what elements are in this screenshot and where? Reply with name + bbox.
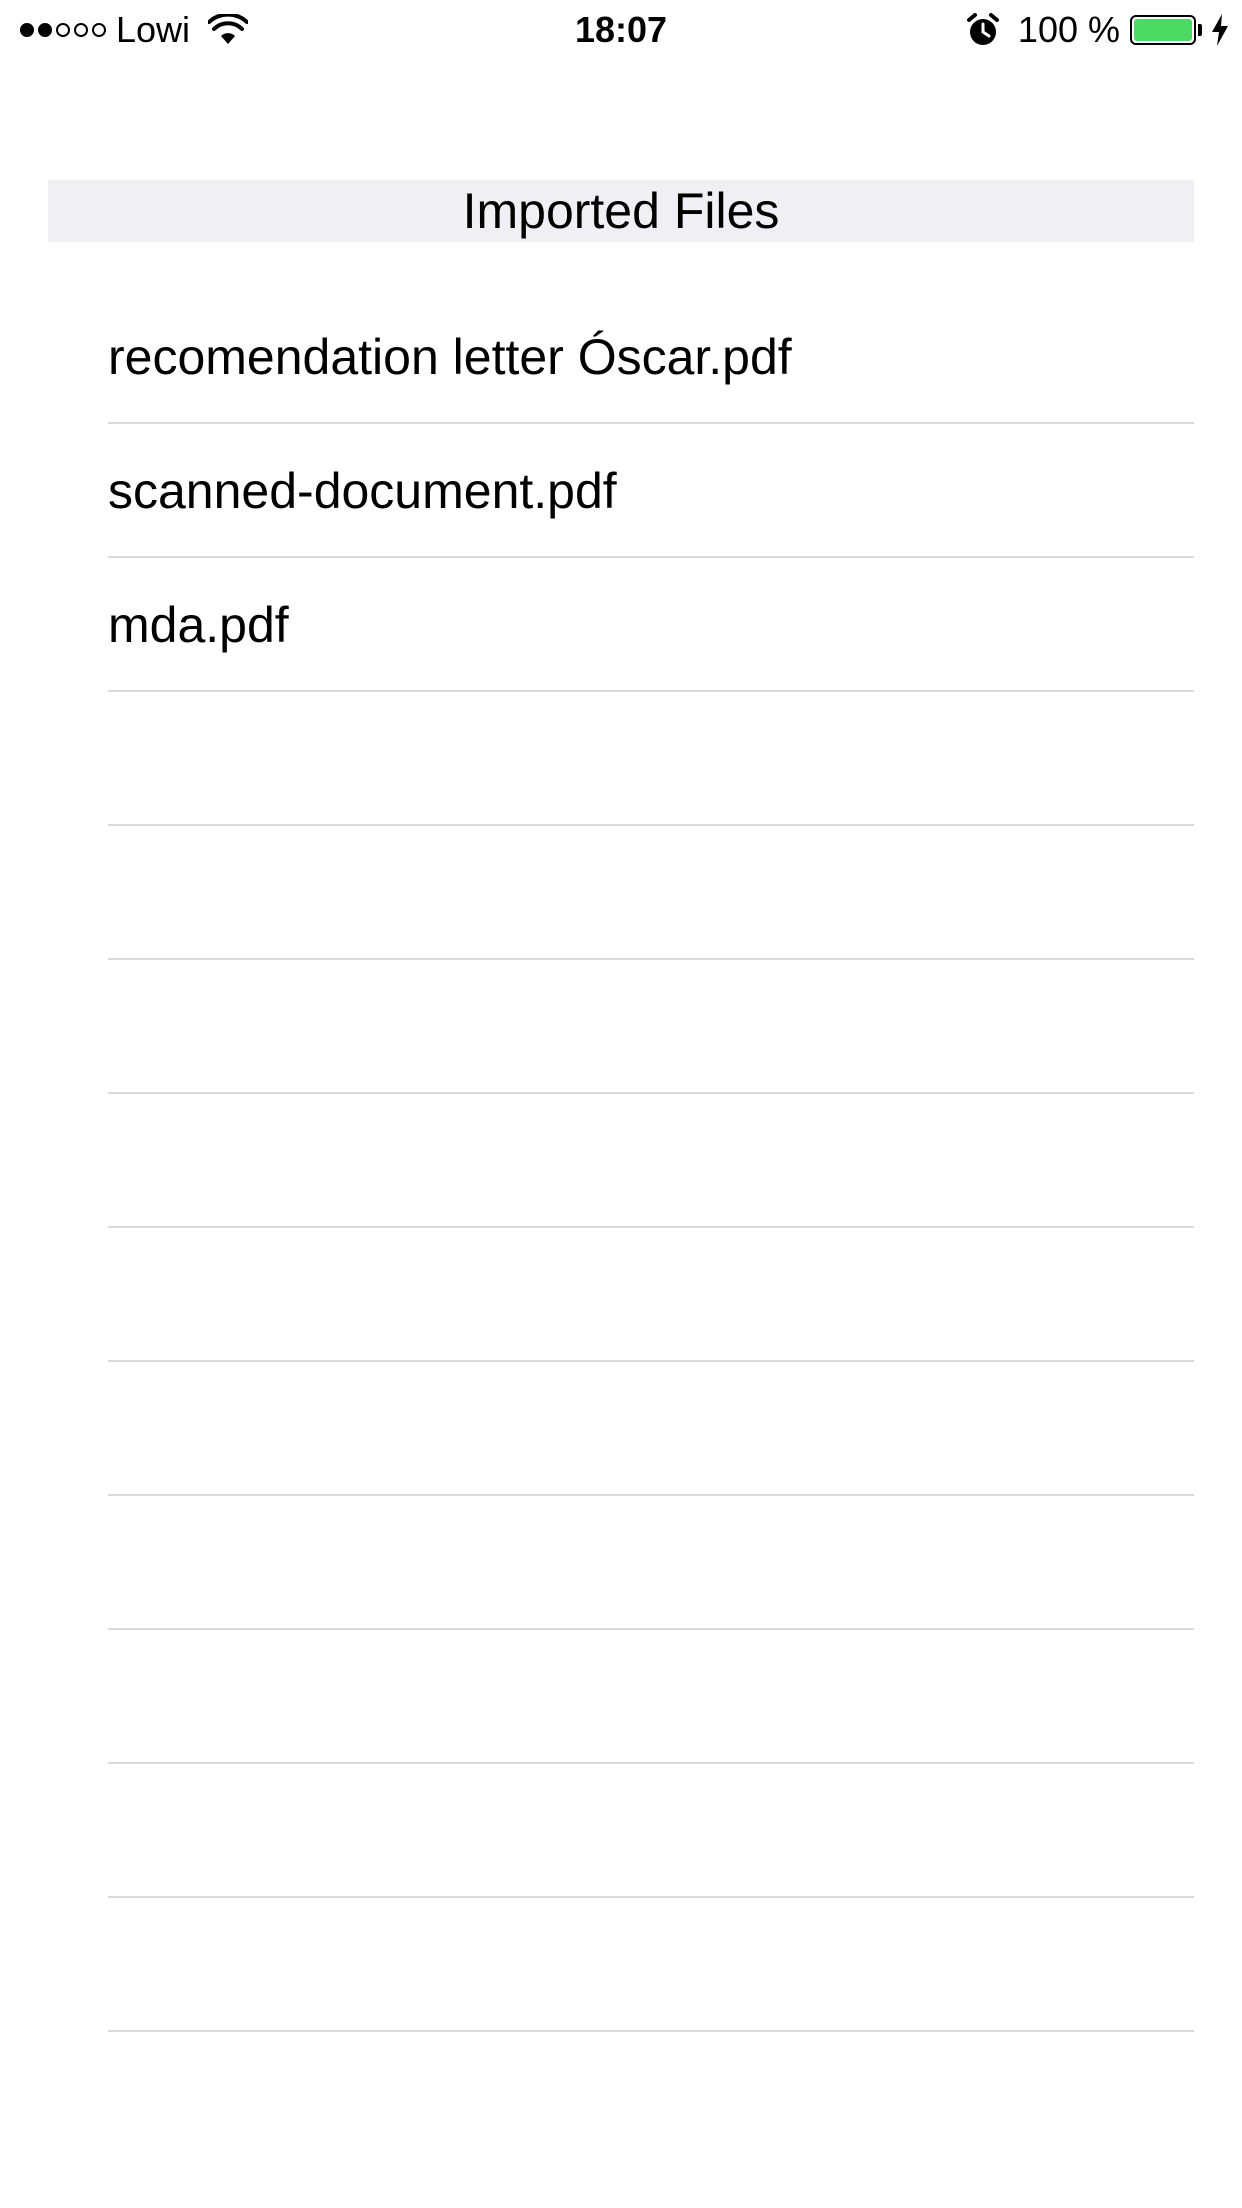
- battery-cap: [1198, 24, 1202, 36]
- battery-percent: 100 %: [1017, 9, 1120, 50]
- status-bar: Lowi 18:07 100 %: [0, 0, 1242, 60]
- status-right: 100 %: [966, 12, 1230, 48]
- empty-row: [108, 1630, 1194, 1764]
- section-header: Imported Files: [48, 180, 1194, 242]
- file-row[interactable]: scanned-document.pdf: [108, 424, 1194, 558]
- empty-row: [108, 1228, 1194, 1362]
- empty-row: [108, 1898, 1194, 2032]
- empty-row: [108, 960, 1194, 1094]
- battery-icon: [1130, 15, 1196, 45]
- empty-row: [108, 1496, 1194, 1630]
- battery-level-fill: [1134, 19, 1192, 41]
- empty-row: [108, 1764, 1194, 1898]
- file-name: mda.pdf: [108, 597, 289, 653]
- file-name: scanned-document.pdf: [108, 463, 617, 519]
- empty-row: [108, 1362, 1194, 1496]
- file-list: recomendation letter Óscar.pdf scanned-do…: [108, 290, 1194, 2032]
- file-row[interactable]: mda.pdf: [108, 558, 1194, 692]
- charging-bolt-icon: [1212, 14, 1228, 46]
- file-row[interactable]: recomendation letter Óscar.pdf: [108, 290, 1194, 424]
- empty-row: [108, 1094, 1194, 1228]
- empty-row: [108, 826, 1194, 960]
- file-name: recomendation letter Óscar.pdf: [108, 329, 792, 385]
- alarm-icon: [966, 13, 999, 45]
- empty-row: [108, 692, 1194, 826]
